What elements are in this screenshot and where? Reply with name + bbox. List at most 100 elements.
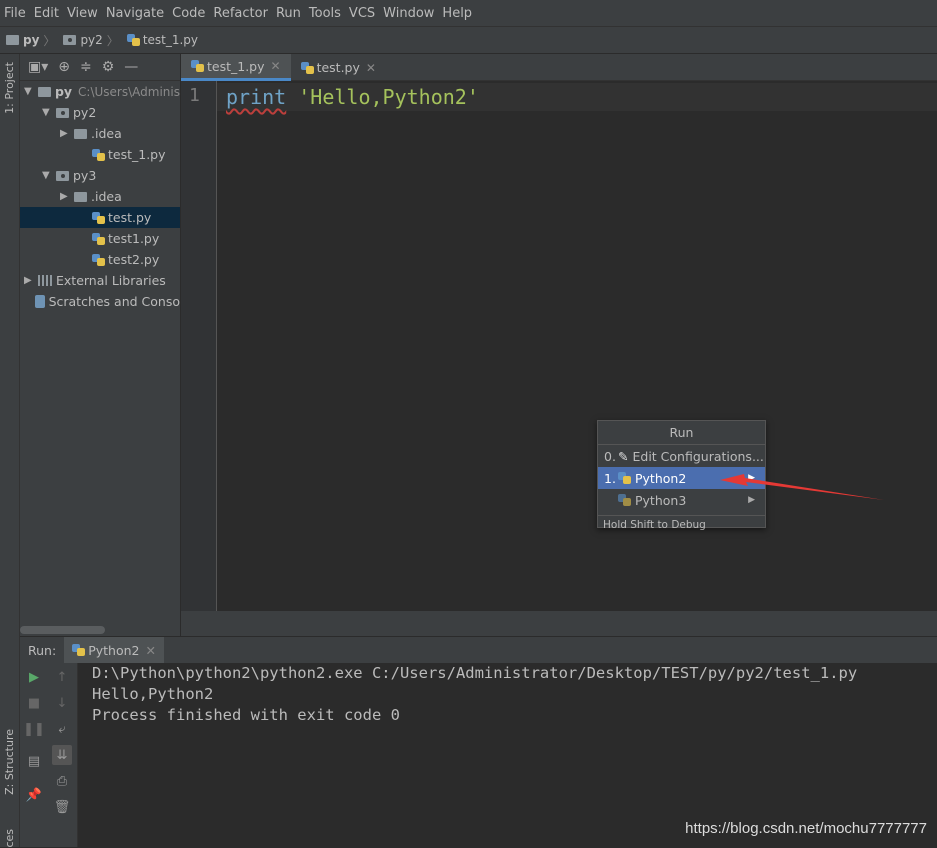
breadcrumb: py 〉 py2 〉 test_1.py: [0, 27, 937, 54]
breadcrumb-item-py[interactable]: py 〉: [6, 32, 59, 49]
folder-icon: [63, 35, 76, 45]
folder-icon: [74, 129, 87, 139]
menu-tools[interactable]: Tools: [309, 6, 341, 21]
menu-file[interactable]: File: [4, 6, 26, 21]
favorites-tool-tab[interactable]: ces: [3, 829, 16, 848]
chevron-right-icon[interactable]: ▶: [60, 191, 74, 202]
rerun-icon[interactable]: ▶: [24, 667, 44, 687]
pin-icon[interactable]: 📌: [24, 785, 44, 805]
tab-label: test.py: [317, 60, 360, 75]
close-icon[interactable]: ✕: [145, 643, 155, 658]
tree-item[interactable]: ▼ py3: [20, 165, 180, 186]
print-icon[interactable]: ⎙: [52, 771, 72, 791]
close-icon[interactable]: ✕: [271, 59, 281, 73]
project-tool-tab[interactable]: 1: Project: [3, 62, 16, 114]
run-popup-hint: Hold Shift to Debug: [598, 515, 765, 533]
python-icon: [72, 643, 85, 657]
python-file-icon: [92, 148, 105, 162]
close-icon[interactable]: ✕: [366, 61, 376, 75]
menu-refactor[interactable]: Refactor: [213, 6, 268, 21]
scratch-icon: [35, 295, 45, 308]
menu-view[interactable]: View: [67, 6, 98, 21]
tree-item[interactable]: ▶ .idea: [20, 186, 180, 207]
code-string: 'Hello,Python2': [298, 85, 479, 109]
menu-item-label: Python2: [635, 471, 686, 486]
view-selector-icon[interactable]: ▣▾: [28, 59, 48, 75]
chevron-down-icon[interactable]: ▼: [42, 107, 56, 118]
code-keyword: print: [226, 85, 286, 109]
trash-icon[interactable]: 🗑: [52, 797, 72, 817]
run-panel-title: Run:: [20, 643, 64, 658]
chevron-right-icon[interactable]: ▶: [24, 275, 38, 286]
run-popup-title: Run: [598, 421, 765, 445]
red-arrow-annotation: [718, 470, 888, 510]
breadcrumb-label: py2: [80, 33, 102, 47]
soft-wrap-icon[interactable]: ⤶: [52, 719, 72, 739]
tree-item[interactable]: test_1.py: [20, 144, 180, 165]
project-scrollbar[interactable]: [20, 626, 105, 634]
menu-vcs[interactable]: VCS: [349, 6, 375, 21]
tree-item[interactable]: ▶External Libraries: [20, 270, 180, 291]
favorites-tool-tab-label: ces: [3, 829, 16, 848]
layout-icon[interactable]: ▤: [24, 751, 44, 771]
tab-test-1-py[interactable]: test_1.py ✕: [181, 54, 291, 81]
tree-item[interactable]: Scratches and Conso: [20, 291, 180, 312]
locate-icon[interactable]: ⊕: [58, 59, 70, 75]
tree-item[interactable]: ▼py2: [20, 102, 180, 123]
down-arrow-icon[interactable]: ↓: [52, 693, 72, 713]
arrow-shape: [720, 474, 884, 500]
project-tree: ▼pyC:\Users\Adminis▼py2▶.ideatest_1.py▼p…: [20, 81, 180, 312]
menu-bar: File Edit View Navigate Code Refactor Ru…: [0, 0, 937, 27]
structure-tool-tab[interactable]: Z: Structure: [3, 729, 16, 795]
run-panel-header: Run: Python2 ✕: [20, 636, 937, 663]
minimize-icon[interactable]: —: [124, 59, 138, 75]
code-editor[interactable]: print 'Hello,Python2': [217, 81, 937, 611]
tree-item-label: py: [55, 84, 72, 99]
library-icon: [38, 275, 52, 286]
project-toolbar: ▣▾ ⊕ ≑ ⚙ —: [20, 54, 180, 81]
tree-item-label: test2.py: [108, 252, 159, 267]
tree-item-label: test1.py: [108, 231, 159, 246]
tree-item-label: Scratches and Conso: [49, 294, 180, 309]
tree-item-label: py3: [73, 168, 96, 183]
folder-icon: [38, 87, 51, 97]
tree-item-label: .idea: [91, 189, 122, 204]
project-tool-tab-label: 1: Project: [3, 62, 16, 114]
collapse-all-icon[interactable]: ≑: [80, 59, 92, 75]
python-file-icon: [191, 59, 204, 73]
breadcrumb-item-file[interactable]: test_1.py: [127, 33, 198, 47]
tree-item[interactable]: test.py: [20, 207, 180, 228]
menu-edit[interactable]: Edit: [34, 6, 59, 21]
menu-help[interactable]: Help: [442, 6, 472, 21]
left-tool-strip: 1: Project Z: Structure ces: [0, 54, 20, 847]
tree-item[interactable]: ▼pyC:\Users\Adminis: [20, 81, 180, 102]
menu-navigate[interactable]: Navigate: [106, 6, 164, 21]
python-file-icon: [127, 33, 140, 47]
stop-icon[interactable]: ■: [24, 693, 44, 713]
tree-item-label: test_1.py: [108, 147, 166, 162]
folder-icon: [56, 171, 69, 181]
chevron-down-icon[interactable]: ▼: [24, 86, 38, 97]
menu-run[interactable]: Run: [276, 6, 301, 21]
scroll-to-end-icon[interactable]: ⇊: [52, 745, 72, 765]
line-gutter: 1: [181, 81, 217, 611]
menu-window[interactable]: Window: [383, 6, 434, 21]
tree-item[interactable]: ▶.idea: [20, 123, 180, 144]
menu-item-number: 0.: [604, 449, 616, 464]
tree-item[interactable]: test1.py: [20, 228, 180, 249]
code-line-1: print 'Hello,Python2': [226, 83, 479, 111]
breadcrumb-item-py2[interactable]: py2 〉: [63, 32, 122, 49]
tab-test-py[interactable]: test.py ✕: [291, 54, 386, 81]
chevron-down-icon[interactable]: ▼: [42, 170, 56, 181]
chevron-right-icon: 〉: [43, 32, 55, 49]
menu-item-edit-configurations[interactable]: 0. ✎ Edit Configurations...: [598, 445, 765, 467]
gear-icon[interactable]: ⚙: [102, 59, 115, 75]
folder-icon: [56, 108, 69, 118]
chevron-right-icon: 〉: [107, 32, 119, 49]
menu-code[interactable]: Code: [172, 6, 205, 21]
tree-item[interactable]: test2.py: [20, 249, 180, 270]
run-tab-python2[interactable]: Python2 ✕: [64, 637, 164, 664]
up-arrow-icon[interactable]: ↑: [52, 667, 72, 687]
chevron-right-icon[interactable]: ▶: [60, 128, 74, 139]
pause-icon[interactable]: ❚❚: [24, 719, 44, 739]
